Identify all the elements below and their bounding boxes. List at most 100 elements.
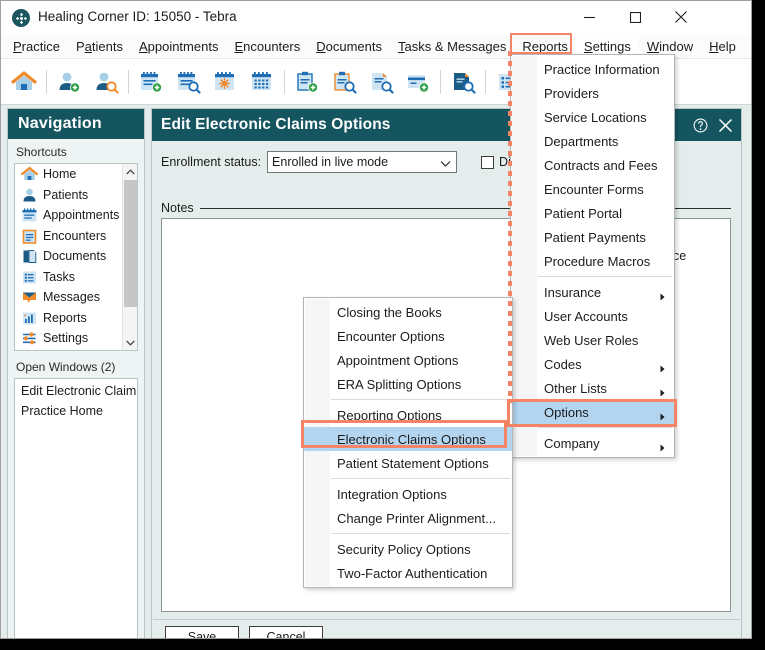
menu-documents[interactable]: Documents	[308, 36, 390, 57]
add-patient-icon[interactable]	[51, 62, 87, 102]
toolbar-separator	[440, 69, 441, 94]
menu-item-appointment-options[interactable]: Appointment Options	[304, 348, 512, 372]
sidebar-item-label: Encounters	[43, 228, 107, 243]
list-item[interactable]: Edit Electronic Claims ...	[15, 381, 137, 401]
menu-item-insurance[interactable]: Insurance	[511, 280, 674, 304]
chevron-right-icon	[660, 289, 665, 304]
patient-icon	[20, 186, 38, 203]
sidebar-item-messages[interactable]: Messages	[15, 287, 137, 308]
menu-patients[interactable]: Patients	[68, 36, 131, 57]
menu-item-label: Codes	[544, 356, 582, 372]
menu-item-patient-payments[interactable]: Patient Payments	[511, 225, 674, 249]
chevron-down-icon	[440, 157, 451, 171]
menu-help[interactable]: Help	[701, 36, 744, 57]
menu-item-label: Web User Roles	[544, 332, 639, 348]
menu-appointments[interactable]: Appointments	[131, 36, 227, 57]
menu-item-integration-options[interactable]: Integration Options	[304, 482, 512, 506]
menu-item-procedure-macros[interactable]: Procedure Macros	[511, 249, 674, 273]
sidebar-item-encounters[interactable]: Encounters	[15, 226, 137, 247]
menu-item-contracts-and-fees[interactable]: Contracts and Fees	[511, 153, 674, 177]
shortcuts-scrollbar[interactable]	[122, 164, 137, 350]
open-windows-list: Edit Electronic Claims ... Practice Home	[14, 378, 138, 638]
menu-item-patient-statement-options[interactable]: Patient Statement Options	[304, 451, 512, 475]
help-icon[interactable]	[693, 118, 708, 133]
menu-item-company[interactable]: Company	[511, 431, 674, 455]
close-icon[interactable]	[718, 118, 733, 133]
save-button[interactable]: Save	[165, 625, 239, 638]
menu-item-label: ERA Splitting Options	[337, 376, 462, 392]
title-bar: Healing Corner ID: 15050 - Tebra	[1, 1, 751, 35]
new-encounter-icon[interactable]	[289, 62, 325, 102]
menu-item-practice-information[interactable]: Practice Information	[511, 57, 674, 81]
menu-item-security-policy-options[interactable]: Security Policy Options	[304, 537, 512, 561]
menu-encounters[interactable]: Encounters	[226, 36, 308, 57]
list-item[interactable]: Practice Home	[15, 401, 137, 421]
menu-tasks-messages[interactable]: Tasks & Messages	[390, 36, 514, 57]
menu-practice[interactable]: Practice	[5, 36, 68, 57]
new-payment-icon[interactable]	[400, 62, 436, 102]
notes-legend: Notes	[161, 201, 194, 215]
menu-item-providers[interactable]: Providers	[511, 81, 674, 105]
sidebar-item-documents[interactable]: Documents	[15, 246, 137, 267]
home-icon[interactable]	[6, 62, 42, 102]
sidebar-item-patients[interactable]: Patients	[15, 185, 137, 206]
application-window: Healing Corner ID: 15050 - Tebra Practic…	[0, 0, 752, 639]
menu-item-user-accounts[interactable]: User Accounts	[511, 304, 674, 328]
menu-item-label: Service Locations	[544, 109, 647, 125]
menu-item-closing-the-books[interactable]: Closing the Books	[304, 300, 512, 324]
sidebar-item-settings[interactable]: Settings	[15, 328, 137, 349]
menu-item-label: Insurance	[544, 284, 602, 300]
new-appointment-icon[interactable]	[133, 62, 169, 102]
menu-item-label: Other Lists	[544, 380, 607, 396]
find-document-icon[interactable]	[445, 62, 481, 102]
menu-item-two-factor-authentication[interactable]: Two-Factor Authentication	[304, 561, 512, 585]
disable-checkbox[interactable]	[481, 155, 495, 169]
find-claim-icon[interactable]	[363, 62, 399, 102]
minimize-button[interactable]	[566, 1, 612, 33]
menu-item-encounter-options[interactable]: Encounter Options	[304, 324, 512, 348]
menu-item-departments[interactable]: Departments	[511, 129, 674, 153]
menu-item-service-locations[interactable]: Service Locations	[511, 105, 674, 129]
menu-separator	[331, 533, 510, 534]
menu-item-web-user-roles[interactable]: Web User Roles	[511, 328, 674, 352]
menu-item-label: Appointment Options	[337, 352, 459, 368]
close-button[interactable]	[658, 1, 704, 33]
menu-item-label: Encounter Forms	[544, 181, 644, 197]
sidebar-item-label: Reports	[43, 310, 87, 325]
menu-item-change-printer-alignment[interactable]: Change Printer Alignment...	[304, 506, 512, 530]
find-appointment-icon[interactable]	[170, 62, 206, 102]
menu-item-reporting-options[interactable]: Reporting Options	[304, 403, 512, 427]
menu-item-label: Departments	[544, 133, 619, 149]
appointment-day-icon[interactable]	[207, 62, 243, 102]
calendar-icon[interactable]	[244, 62, 280, 102]
menu-item-electronic-claims-options[interactable]: Electronic Claims Options	[304, 427, 512, 451]
maximize-button[interactable]	[612, 1, 658, 33]
menu-item-label: Practice Information	[544, 61, 660, 77]
enrollment-status-select[interactable]: Enrolled in live mode	[267, 151, 458, 173]
menu-item-label: Integration Options	[337, 486, 447, 502]
menu-item-label: Patient Payments	[544, 229, 646, 245]
menu-item-encounter-forms[interactable]: Encounter Forms	[511, 177, 674, 201]
menu-item-label: Change Printer Alignment...	[337, 510, 496, 526]
menu-separator	[538, 427, 672, 428]
find-encounter-icon[interactable]	[326, 62, 362, 102]
menu-item-era-splitting-options[interactable]: ERA Splitting Options	[304, 372, 512, 396]
scrollbar-thumb[interactable]	[124, 180, 137, 307]
chevron-up-icon[interactable]	[123, 164, 137, 179]
dialog-header-actions	[693, 109, 733, 141]
cancel-button[interactable]: Cancel	[249, 625, 323, 638]
menu-item-other-lists[interactable]: Other Lists	[511, 376, 674, 400]
sidebar-item-reports[interactable]: Reports	[15, 308, 137, 329]
sidebar-item-home[interactable]: Home	[15, 164, 137, 185]
menu-item-label: Security Policy Options	[337, 541, 471, 557]
tasks-icon	[20, 268, 38, 285]
tebra-logo-icon	[12, 9, 30, 27]
sidebar-item-tasks[interactable]: Tasks	[15, 267, 137, 288]
menu-item-options[interactable]: Options	[511, 400, 674, 424]
find-patient-icon[interactable]	[88, 62, 124, 102]
menu-item-patient-portal[interactable]: Patient Portal	[511, 201, 674, 225]
menu-item-codes[interactable]: Codes	[511, 352, 674, 376]
sidebar-item-solution-center[interactable]: Solution Center	[15, 349, 137, 351]
sidebar-item-appointments[interactable]: Appointments	[15, 205, 137, 226]
chevron-down-icon[interactable]	[123, 335, 137, 350]
